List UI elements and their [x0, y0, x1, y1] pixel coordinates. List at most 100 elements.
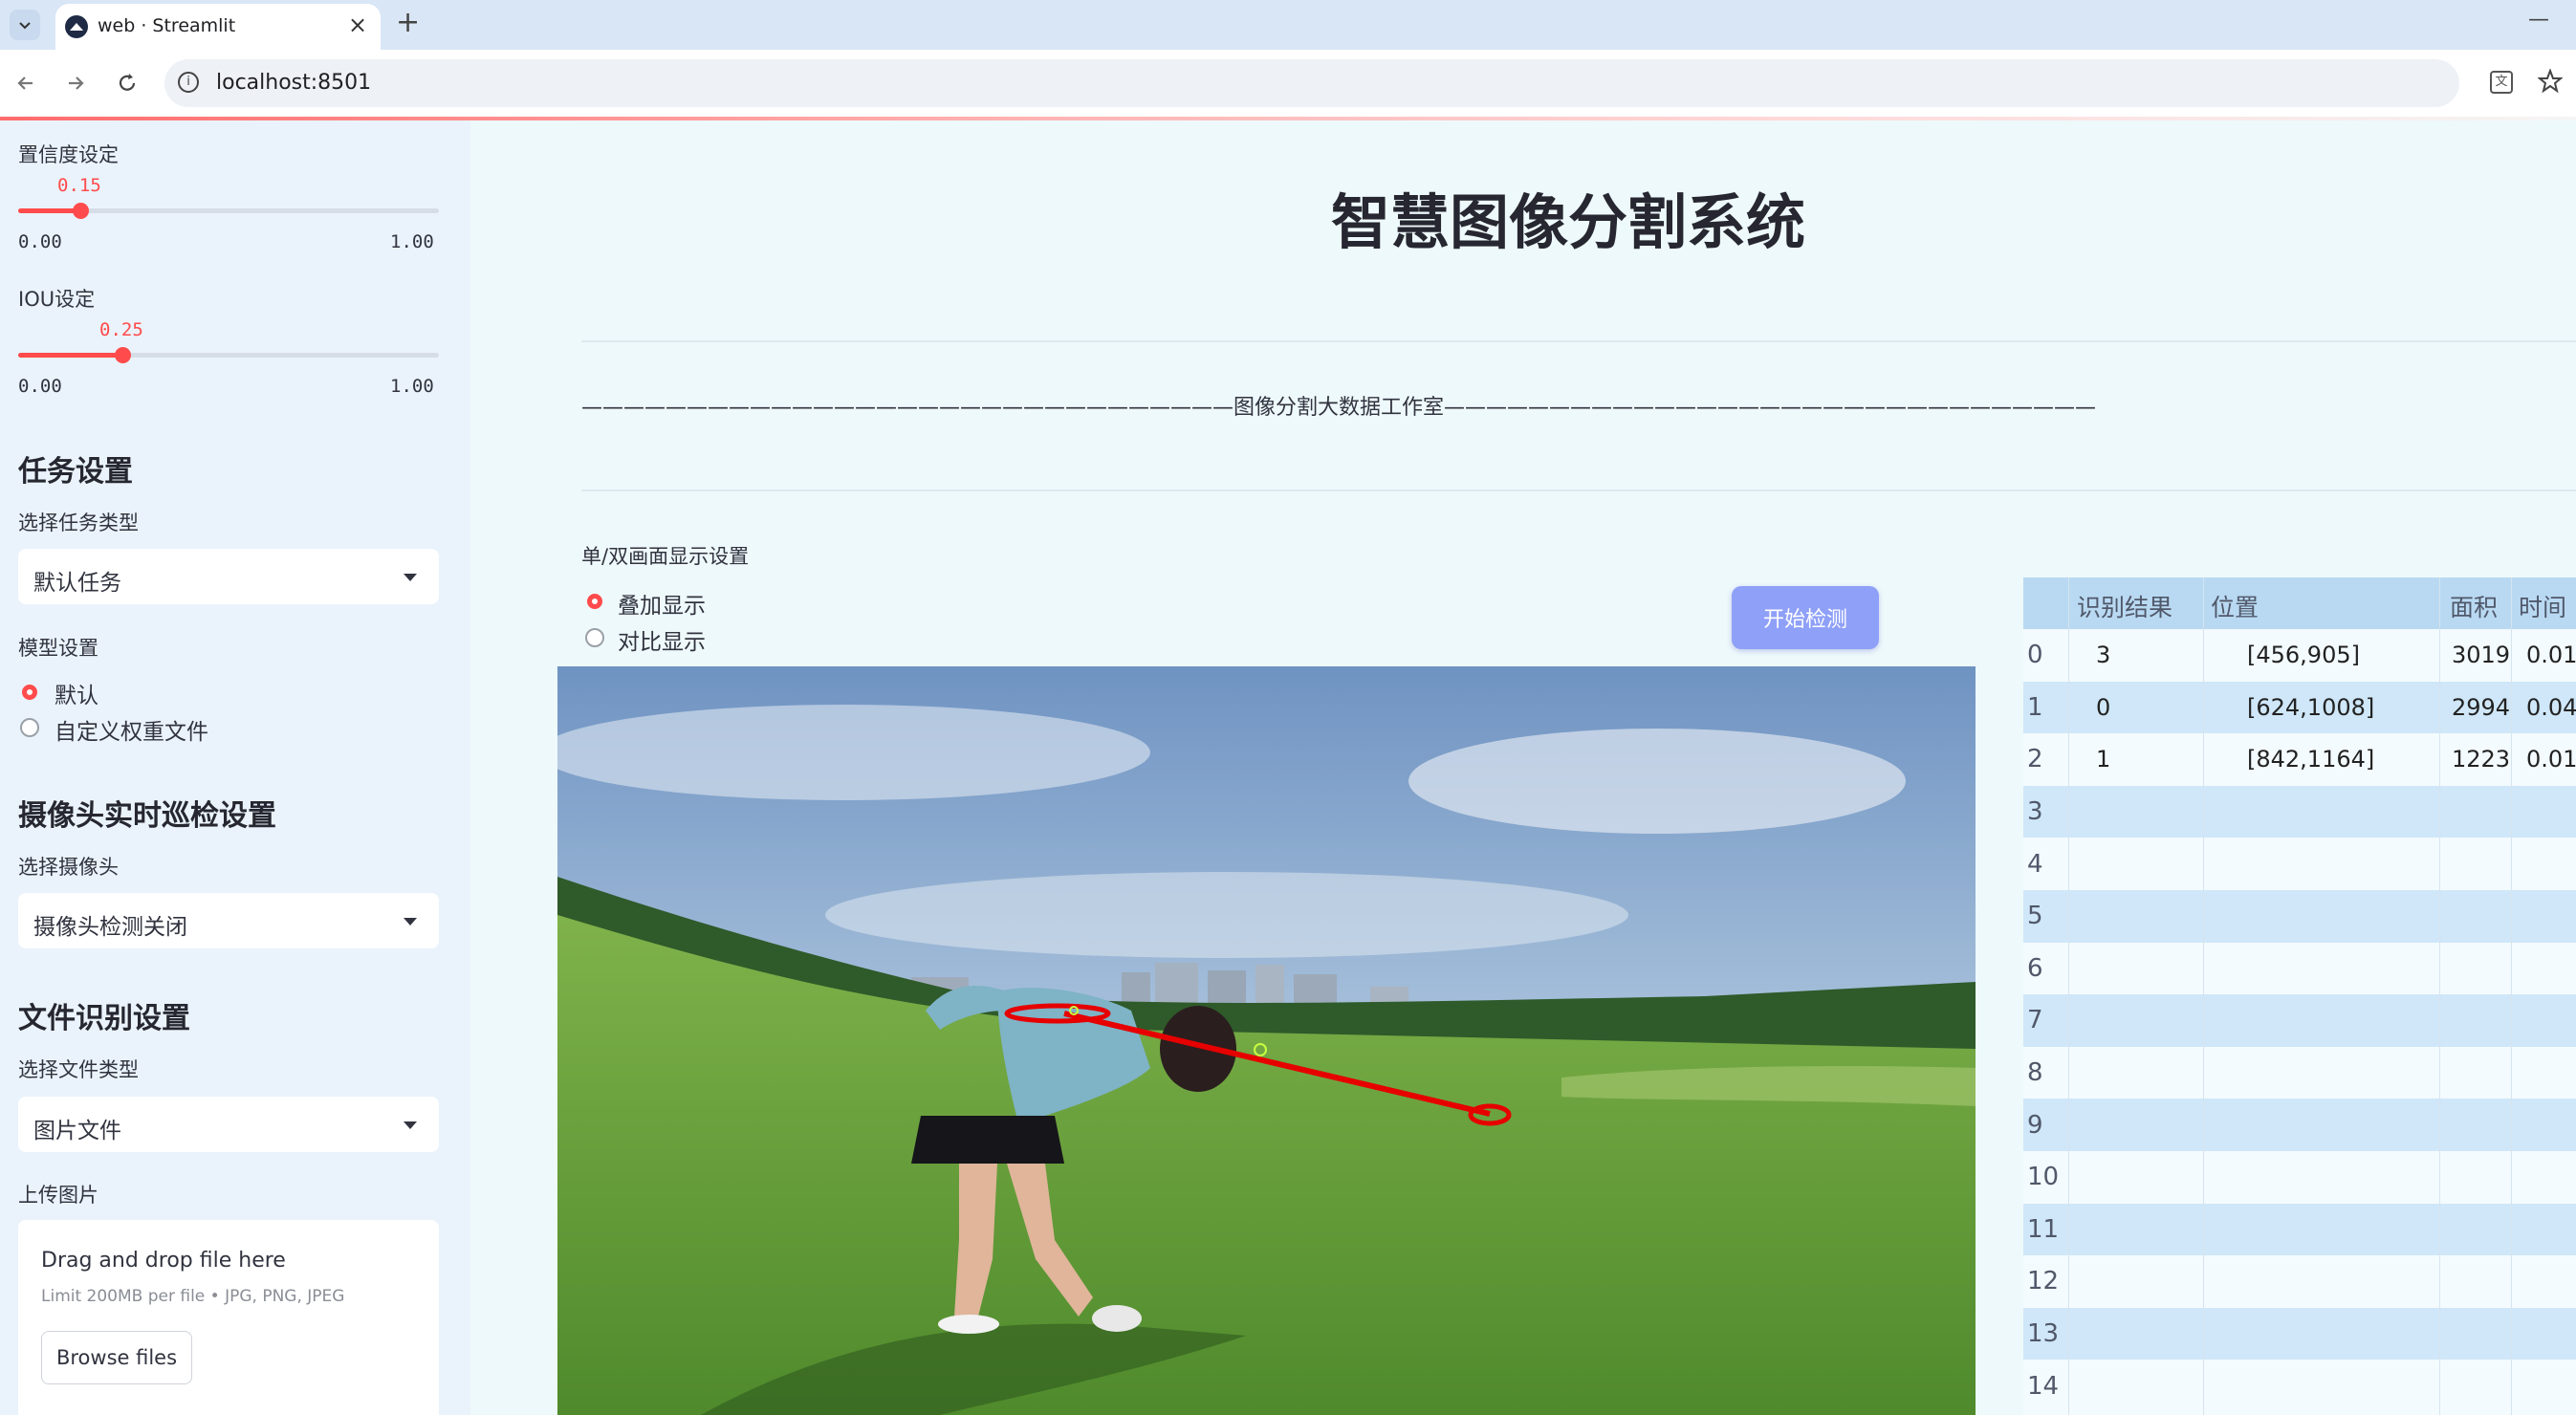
row-index[interactable]: 9 — [2027, 1099, 2043, 1151]
table-row[interactable]: 4 — [2023, 838, 2576, 890]
confidence-max: 1.00 — [390, 231, 434, 252]
table-row[interactable]: 11 — [2023, 1203, 2576, 1256]
row-index[interactable]: 8 — [2027, 1047, 2043, 1099]
row-index[interactable]: 7 — [2027, 994, 2043, 1047]
model-default-label[interactable]: 默认 — [55, 677, 98, 709]
table-row[interactable]: 3 — [2023, 785, 2576, 838]
display-setting-label: 单/双画面显示设置 — [581, 545, 750, 568]
column-divider — [2511, 577, 2512, 1415]
cell-result[interactable]: 0 — [2096, 682, 2110, 734]
cell-result[interactable]: 3 — [2096, 629, 2110, 682]
row-index[interactable]: 12 — [2027, 1255, 2059, 1308]
tab-close-icon[interactable]: × — [348, 11, 367, 38]
confidence-value: 0.15 — [57, 175, 101, 196]
table-row[interactable]: 7 — [2023, 994, 2576, 1047]
table-row[interactable]: 14 — [2023, 1360, 2576, 1412]
column-divider — [2068, 577, 2069, 1415]
row-index[interactable]: 2 — [2027, 733, 2043, 786]
task-type-selected: 默认任务 — [33, 571, 121, 596]
table-row[interactable]: 2 1 [842,1164] 1223 0.01 — [2023, 733, 2576, 786]
url-field[interactable]: i localhost:8501 — [164, 59, 2459, 107]
iou-slider-fill — [18, 353, 123, 358]
camera-selected: 摄像头检测关闭 — [33, 915, 187, 940]
dropzone-limit: Limit 200MB per file • JPG, PNG, JPEG — [41, 1287, 345, 1306]
model-default-radio[interactable] — [22, 685, 37, 700]
camera-select-label: 选择摄像头 — [18, 856, 119, 879]
start-detection-label: 开始检测 — [1762, 608, 1847, 632]
model-custom-label[interactable]: 自定义权重文件 — [55, 713, 208, 746]
chevron-down-icon — [404, 1121, 417, 1129]
page-title: 智慧图像分割系统 — [1331, 187, 1806, 257]
cell-position[interactable]: [624,1008] — [2247, 682, 2374, 734]
translate-icon[interactable]: 文 — [2490, 71, 2513, 94]
cell-area[interactable]: 3019 — [2452, 629, 2510, 682]
file-type-select[interactable]: 图片文件 — [18, 1097, 439, 1152]
header-result[interactable]: 识别结果 — [2077, 589, 2172, 623]
row-index[interactable]: 11 — [2027, 1204, 2059, 1256]
overlay-display-radio[interactable] — [587, 594, 602, 609]
file-type-selected: 图片文件 — [33, 1119, 121, 1143]
cell-position[interactable]: [842,1164] — [2247, 733, 2374, 786]
column-divider — [2203, 577, 2204, 1415]
compare-display-label[interactable]: 对比显示 — [618, 623, 706, 656]
row-index[interactable]: 3 — [2027, 786, 2043, 838]
iou-slider-handle[interactable] — [115, 347, 131, 363]
row-index[interactable]: 4 — [2027, 838, 2043, 890]
bookmark-star-icon[interactable] — [2537, 68, 2564, 98]
dropzone-text: Drag and drop file here — [41, 1249, 286, 1273]
model-custom-radio[interactable] — [20, 718, 39, 737]
browse-files-button[interactable]: Browse files — [41, 1331, 192, 1384]
table-row[interactable]: 10 — [2023, 1151, 2576, 1204]
row-index[interactable]: 0 — [2027, 629, 2043, 682]
table-row[interactable]: 5 — [2023, 890, 2576, 943]
cell-time[interactable]: 0.04 — [2526, 682, 2576, 734]
studio-divider-text: ———————————————————————————————图像分割大数据工作… — [581, 396, 2097, 419]
row-index[interactable]: 1 — [2027, 682, 2043, 734]
compare-display-radio[interactable] — [585, 628, 604, 647]
camera-select[interactable]: 摄像头检测关闭 — [18, 893, 439, 948]
cell-area[interactable]: 2994 — [2452, 682, 2510, 734]
minimize-icon[interactable]: — — [2528, 8, 2549, 32]
tab-list-dropdown-icon[interactable] — [10, 10, 40, 40]
forward-arrow-icon[interactable] — [63, 71, 88, 99]
file-dropzone[interactable]: Drag and drop file here Limit 200MB per … — [18, 1220, 439, 1415]
cell-result[interactable]: 1 — [2096, 733, 2110, 786]
file-type-label: 选择文件类型 — [18, 1058, 139, 1081]
row-index[interactable]: 14 — [2027, 1360, 2059, 1412]
streamlit-logo-icon — [65, 15, 88, 38]
reload-icon[interactable] — [115, 71, 140, 99]
back-arrow-icon[interactable] — [13, 71, 38, 99]
row-index[interactable]: 10 — [2027, 1151, 2059, 1204]
new-tab-icon[interactable]: + — [396, 6, 420, 39]
overlay-display-label[interactable]: 叠加显示 — [618, 587, 706, 620]
table-row[interactable]: 8 — [2023, 1046, 2576, 1099]
table-row[interactable]: 1 0 [624,1008] 2994 0.04 — [2023, 681, 2576, 734]
table-row[interactable]: 0 3 [456,905] 3019 0.01 — [2023, 629, 2576, 682]
camera-section-title: 摄像头实时巡检设置 — [18, 799, 276, 833]
upload-label: 上传图片 — [18, 1184, 98, 1207]
row-index[interactable]: 13 — [2027, 1308, 2059, 1361]
cell-position[interactable]: [456,905] — [2247, 629, 2360, 682]
table-row[interactable]: 6 — [2023, 942, 2576, 995]
table-row[interactable]: 13 — [2023, 1307, 2576, 1361]
task-type-select[interactable]: 默认任务 — [18, 549, 439, 604]
site-info-icon[interactable]: i — [178, 72, 199, 93]
confidence-label: 置信度设定 — [18, 143, 119, 166]
header-position[interactable]: 位置 — [2211, 589, 2259, 623]
start-detection-button[interactable]: 开始检测 — [1732, 586, 1879, 649]
table-row[interactable]: 9 — [2023, 1099, 2576, 1151]
confidence-slider-handle[interactable] — [73, 203, 89, 219]
cell-time[interactable]: 0.01 — [2526, 629, 2576, 682]
row-index[interactable]: 6 — [2027, 943, 2043, 995]
cell-time[interactable]: 0.01 — [2526, 733, 2576, 786]
browser-tab[interactable]: web · Streamlit × — [55, 4, 381, 50]
row-index[interactable]: 5 — [2027, 890, 2043, 943]
header-time[interactable]: 时间 — [2519, 589, 2566, 623]
divider-bottom — [581, 490, 2576, 491]
table-row[interactable]: 12 — [2023, 1255, 2576, 1308]
file-section-title: 文件识别设置 — [18, 1002, 190, 1035]
header-area[interactable]: 面积 — [2450, 589, 2498, 623]
results-table-header: 识别结果 位置 面积 时间 — [2023, 577, 2576, 629]
model-section-label: 模型设置 — [18, 637, 98, 660]
cell-area[interactable]: 1223 — [2452, 733, 2510, 786]
